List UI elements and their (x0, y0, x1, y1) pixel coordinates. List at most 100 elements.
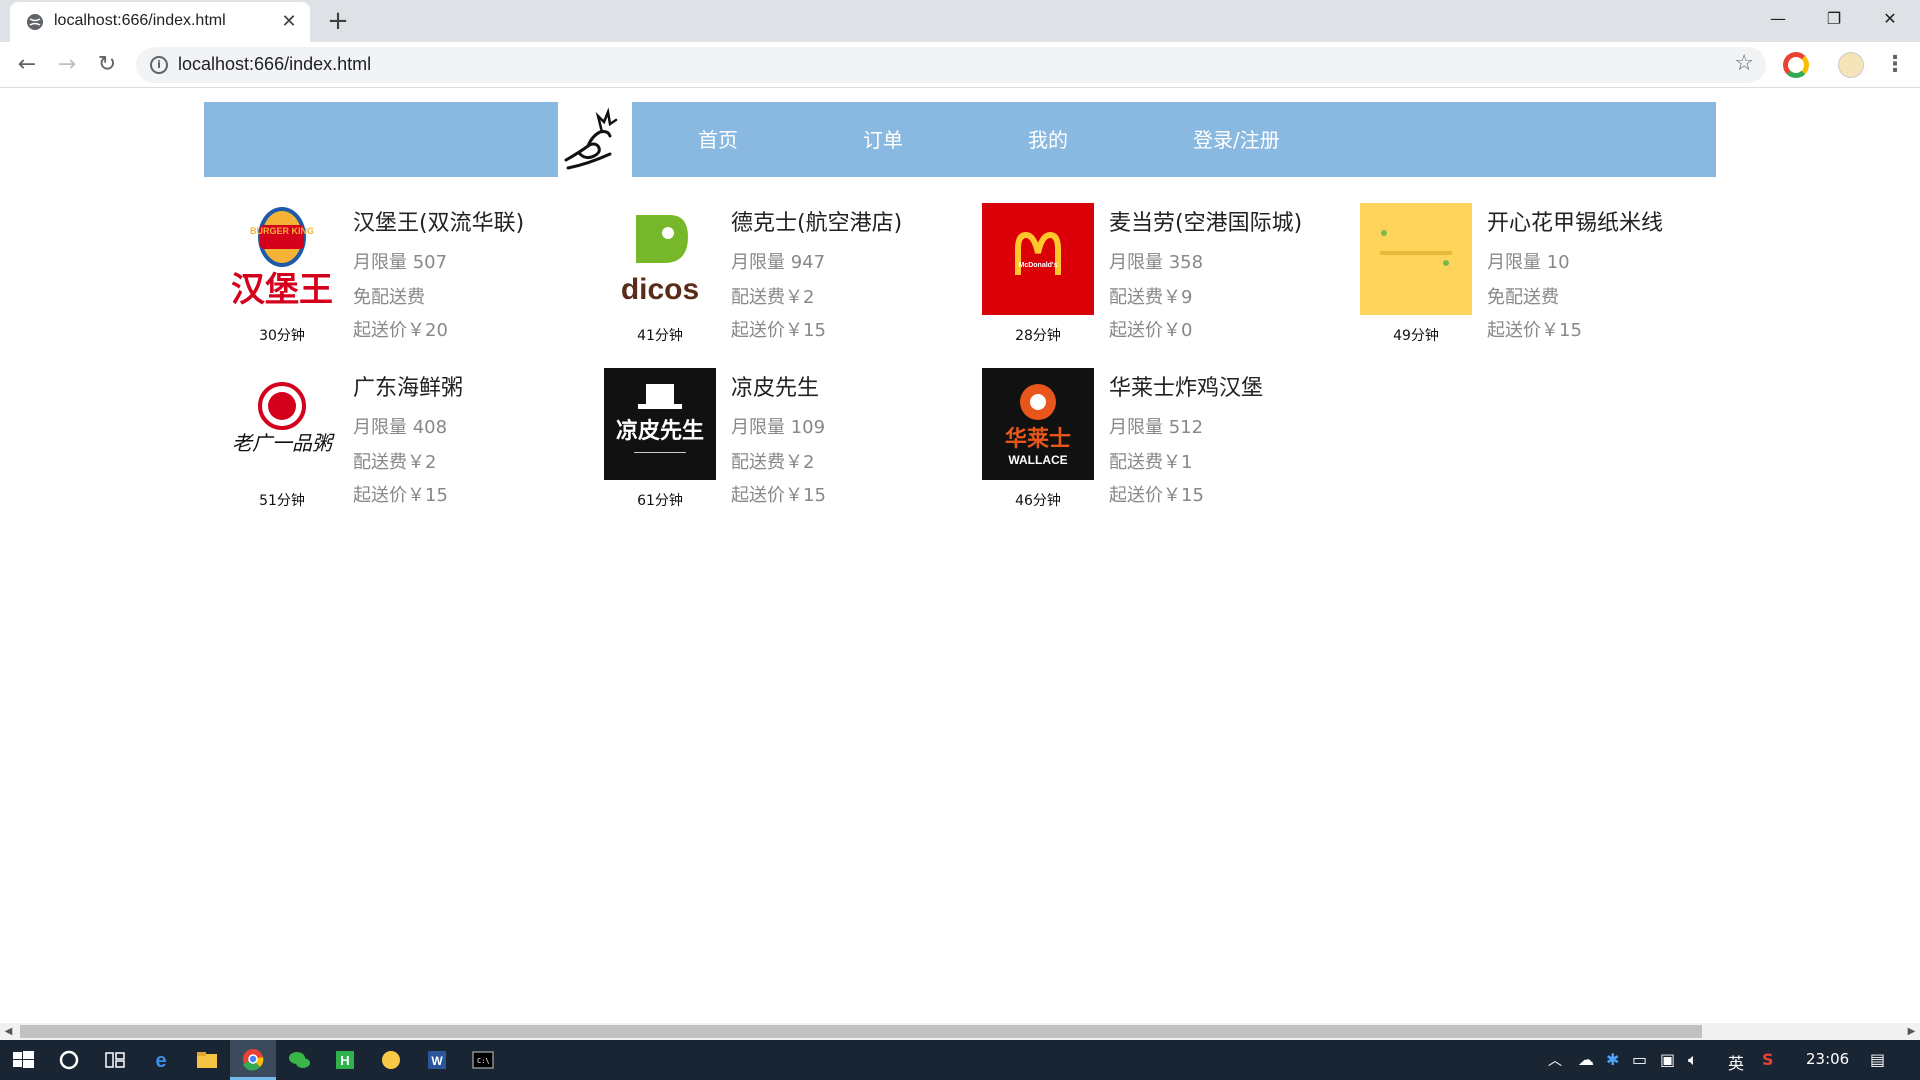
monthly-sales: 月限量 408 (353, 417, 448, 438)
close-tab-icon[interactable]: ✕ (278, 11, 300, 33)
svg-text:C:\: C:\ (477, 1057, 490, 1065)
profile-avatar[interactable] (1838, 52, 1864, 78)
scroll-left-icon[interactable]: ◀ (0, 1023, 17, 1040)
min-order: 起送价￥0 (1109, 320, 1193, 341)
nav-orders-link[interactable]: 订单 (863, 124, 903, 153)
new-tab-icon[interactable]: + (322, 6, 354, 38)
dicos-logo[interactable]: dicos (604, 203, 716, 315)
sogou-icon[interactable]: S (1762, 1050, 1774, 1069)
monthly-sales: 月限量 947 (731, 252, 826, 273)
address-bar[interactable]: i localhost:666/index.html ☆ (136, 47, 1766, 83)
forward-icon[interactable]: → (52, 50, 82, 80)
tab-title: localhost:666/index.html (54, 12, 226, 29)
store-card[interactable]: 老广一品粥 51分钟 广东海鲜粥 月限量 408 配送费￥2 起送价￥15 (204, 368, 582, 528)
kaixin-logo[interactable] (1360, 203, 1472, 315)
battery-icon[interactable]: ▭ (1632, 1050, 1647, 1069)
liangpi-logo[interactable]: 凉皮先生 (604, 368, 716, 480)
info-icon[interactable]: i (150, 56, 168, 74)
site-header: 首页 订单 我的 登录/注册 (204, 102, 1716, 177)
delivery-fee: 免配送费 (353, 287, 425, 308)
reload-icon[interactable]: ↻ (92, 50, 122, 80)
scroll-right-icon[interactable]: ▶ (1903, 1023, 1920, 1040)
mcdonalds-logo[interactable]: McDonald's (982, 203, 1094, 315)
store-name[interactable]: 广东海鲜粥 (353, 370, 463, 402)
burger-king-logo[interactable]: BURGER KING 汉堡王 (226, 203, 338, 315)
svg-text:e: e (155, 1050, 166, 1072)
porridge-logo[interactable]: 老广一品粥 (226, 368, 338, 480)
browser-tab[interactable]: localhost:666/index.html ✕ (10, 2, 310, 42)
store-card[interactable]: BURGER KING 汉堡王 30分钟 汉堡王(双流华联) 月限量 507 免… (204, 203, 582, 363)
task-view-icon (105, 1052, 125, 1068)
min-order: 起送价￥20 (353, 320, 448, 341)
bookmark-star-icon[interactable]: ☆ (1734, 51, 1754, 76)
store-name[interactable]: 开心花甲锡纸米线 (1487, 205, 1663, 237)
taskbar-app[interactable] (368, 1040, 414, 1080)
taskbar-hbuilder[interactable]: H (322, 1040, 368, 1080)
mcd-logo-text: McDonald's (1018, 262, 1057, 269)
close-window-icon[interactable]: ✕ (1862, 0, 1918, 38)
bk-logo-text: BURGER KING (250, 226, 314, 236)
svg-text:H: H (340, 1053, 349, 1068)
delivery-time: 30分钟 (259, 328, 305, 344)
store-card[interactable]: 华莱士 WALLACE 46分钟 华莱士炸鸡汉堡 月限量 512 配送费￥1 起… (960, 368, 1338, 528)
min-order: 起送价￥15 (1109, 485, 1204, 506)
store-card[interactable]: 凉皮先生 61分钟 凉皮先生 月限量 109 配送费￥2 起送价￥15 (582, 368, 960, 528)
wallace-logo[interactable]: 华莱士 WALLACE (982, 368, 1094, 480)
notification-icon[interactable]: ▤ (1870, 1050, 1885, 1069)
task-view-button[interactable] (92, 1040, 138, 1080)
cortana-icon (59, 1050, 79, 1070)
header-nav: 首页 订单 我的 登录/注册 (632, 102, 1716, 177)
chevron-up-icon[interactable]: ︿ (1548, 1050, 1562, 1070)
delivery-time: 49分钟 (1393, 328, 1439, 344)
min-order: 起送价￥15 (731, 485, 826, 506)
svg-text:W: W (431, 1054, 443, 1068)
clock[interactable]: 23:06 (1806, 1050, 1849, 1068)
nav-home-link[interactable]: 首页 (698, 124, 738, 153)
start-button[interactable] (0, 1040, 46, 1080)
delivery-time: 61分钟 (637, 493, 683, 509)
restore-icon[interactable]: ❐ (1806, 0, 1862, 38)
scrollbar-thumb[interactable] (20, 1025, 1702, 1038)
volume-icon[interactable]: 🔈︎ (1688, 1050, 1698, 1070)
min-order: 起送价￥15 (731, 320, 826, 341)
store-name[interactable]: 华莱士炸鸡汉堡 (1109, 370, 1263, 402)
extension-icon[interactable] (1783, 52, 1809, 78)
store-name[interactable]: 麦当劳(空港国际城) (1109, 205, 1302, 237)
network-icon[interactable]: ▣ (1660, 1050, 1675, 1069)
ime-indicator[interactable]: 英 (1728, 1050, 1744, 1074)
taskbar-edge[interactable]: e (138, 1040, 184, 1080)
taskbar-cmd[interactable]: C:\ (460, 1040, 506, 1080)
taskbar-explorer[interactable] (184, 1040, 230, 1080)
store-card[interactable]: dicos 41分钟 德克士(航空港店) 月限量 947 配送费￥2 起送价￥1… (582, 203, 960, 363)
wallace-logo-text: WALLACE (1008, 453, 1067, 467)
nav-mine-link[interactable]: 我的 (1028, 124, 1068, 153)
taskbar-chrome[interactable] (230, 1040, 276, 1080)
store-card[interactable]: 49分钟 开心花甲锡纸米线 月限量 10 免配送费 起送价￥15 (1338, 203, 1716, 363)
store-name[interactable]: 凉皮先生 (731, 370, 819, 402)
monthly-sales: 月限量 512 (1109, 417, 1204, 438)
min-order: 起送价￥15 (353, 485, 448, 506)
url-text[interactable]: localhost:666/index.html (178, 54, 371, 75)
bk-logo-cn: 汉堡王 (231, 270, 333, 310)
store-name[interactable]: 汉堡王(双流华联) (353, 205, 524, 237)
web-page: 首页 订单 我的 登录/注册 BURGER KING 汉堡王 30分钟 汉堡王(… (0, 89, 1920, 1023)
taskbar-word[interactable]: W (414, 1040, 460, 1080)
taskbar-app[interactable] (276, 1040, 322, 1080)
bluetooth-icon[interactable]: ✱ (1606, 1050, 1619, 1069)
minimize-icon[interactable]: — (1750, 0, 1806, 38)
cloud-icon[interactable]: ☁ (1578, 1050, 1594, 1069)
store-name[interactable]: 德克士(航空港店) (731, 205, 902, 237)
browser-menu-icon[interactable]: ⋮ (1880, 50, 1910, 80)
monthly-sales: 月限量 10 (1487, 252, 1570, 273)
horizontal-scrollbar[interactable]: ◀ ▶ (0, 1023, 1920, 1040)
terminal-icon: C:\ (472, 1051, 494, 1069)
store-card[interactable]: McDonald's 28分钟 麦当劳(空港国际城) 月限量 358 配送费￥9… (960, 203, 1338, 363)
search-button[interactable] (46, 1040, 92, 1080)
delivery-fee: 配送费￥1 (1109, 452, 1193, 473)
taskbar: e H W C:\ ︿ ☁ ✱ ▭ ▣ 🔈︎ 英 S 23:06 ▤ (0, 1040, 1920, 1080)
back-icon[interactable]: ← (12, 50, 42, 80)
nav-login-link[interactable]: 登录/注册 (1193, 124, 1280, 153)
liangpi-logo-text: 凉皮先生 (616, 418, 704, 444)
delivery-time: 41分钟 (637, 328, 683, 344)
site-logo[interactable] (558, 102, 632, 177)
